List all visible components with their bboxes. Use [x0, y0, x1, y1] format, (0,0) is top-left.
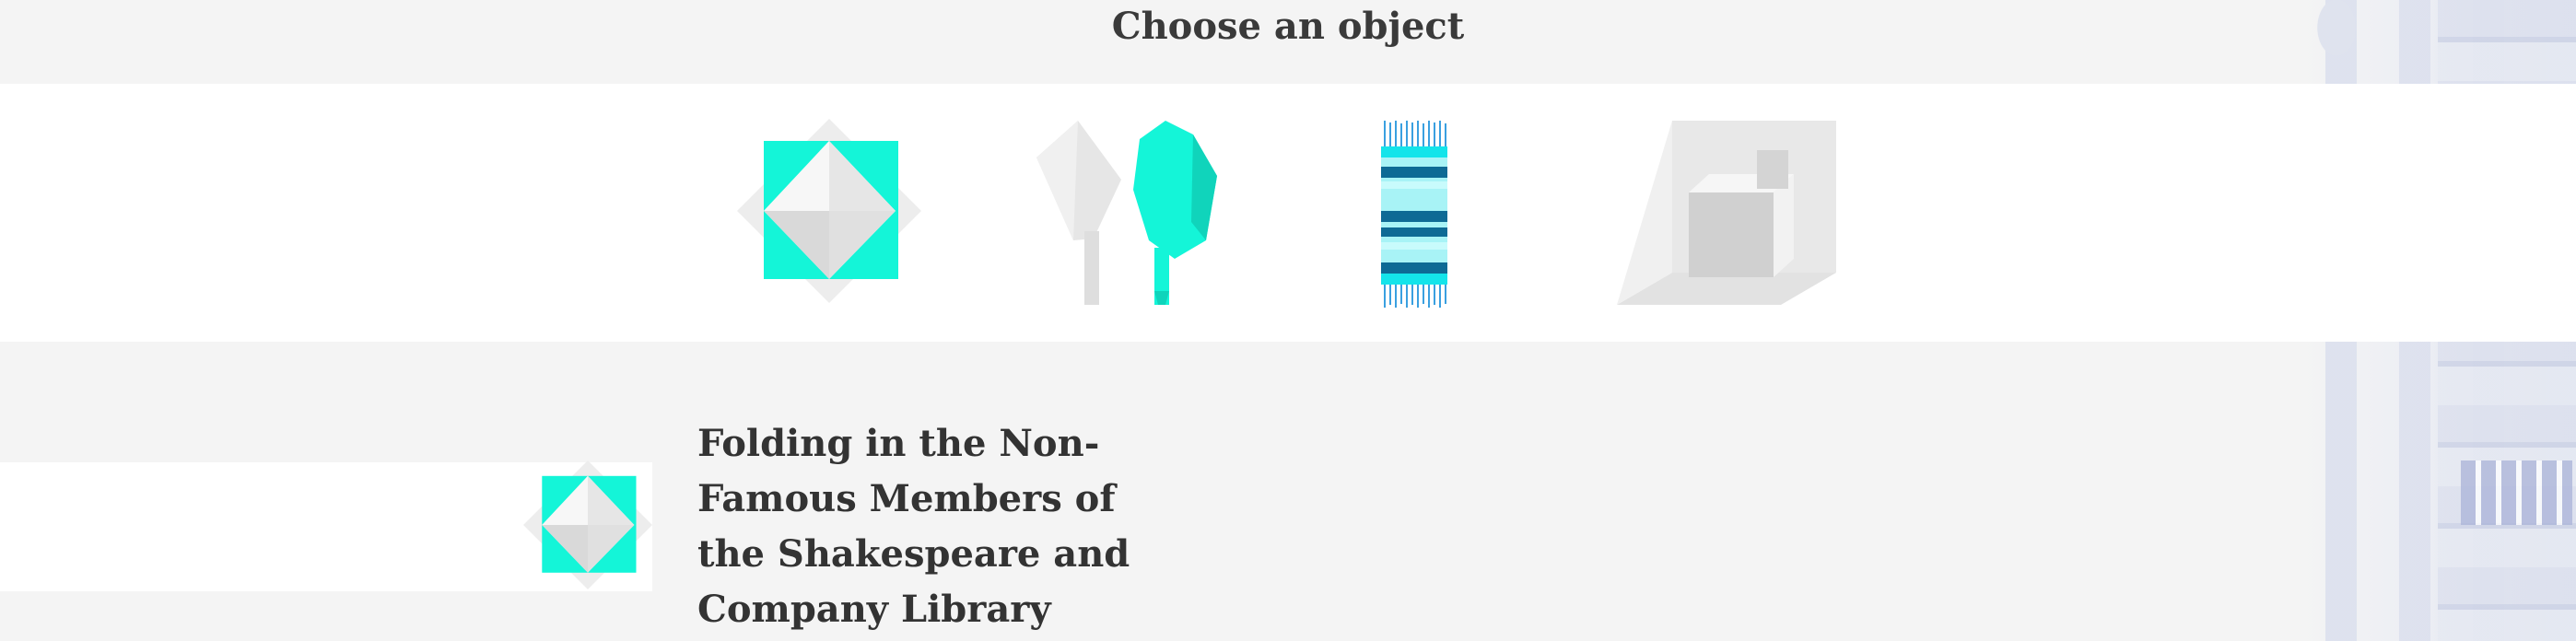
- trees-icon: [1036, 121, 1217, 305]
- octahedron-icon: [523, 460, 652, 589]
- object-octahedron-button[interactable]: [737, 119, 921, 303]
- header: Choose an object: [0, 0, 2576, 84]
- story-thumbnail-button[interactable]: [523, 460, 652, 593]
- octahedron-icon: [737, 119, 921, 303]
- room-icon: [1617, 121, 1836, 305]
- woven-band-decoration: [2461, 460, 2572, 525]
- object-scarf-button[interactable]: [1377, 121, 1451, 309]
- page-title: Choose an object: [1111, 5, 1465, 48]
- story-title-link[interactable]: Folding in the Non-Famous Members of the…: [697, 416, 1130, 637]
- scarf-icon: [1381, 121, 1447, 308]
- object-trees-button[interactable]: [1036, 121, 1221, 309]
- object-chooser: [0, 84, 2576, 342]
- object-room-button[interactable]: [1617, 121, 1838, 307]
